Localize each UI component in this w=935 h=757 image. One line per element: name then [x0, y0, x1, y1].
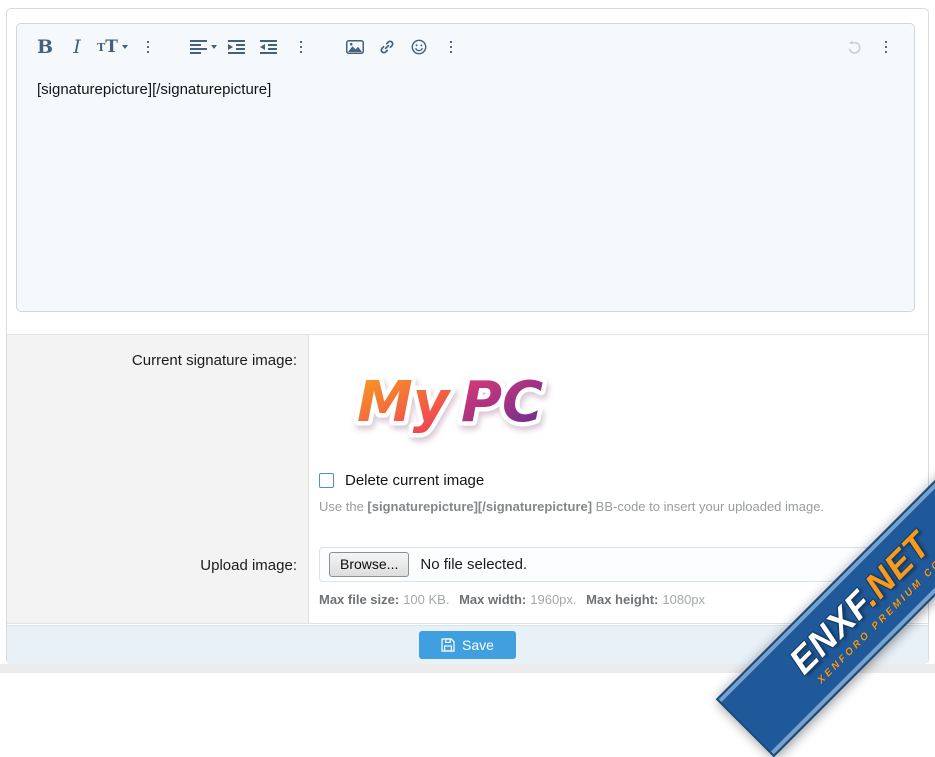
floppy-disk-icon [441, 638, 455, 652]
outdent-button[interactable] [257, 34, 281, 60]
max-width-label: Max width: [459, 592, 526, 607]
file-upload-input[interactable]: Browse... No file selected. [319, 547, 910, 582]
italic-button[interactable]: I [65, 34, 89, 60]
editor-text-area[interactable]: [signaturepicture][/signaturepicture] [17, 70, 914, 302]
form-label-column: Current signature image: Upload image: [7, 335, 309, 623]
current-signature-image: My PC [349, 347, 574, 459]
vertical-dots-icon [885, 41, 888, 54]
no-file-selected-text: No file selected. [420, 556, 527, 573]
indent-button[interactable] [225, 34, 249, 60]
insert-link-button[interactable] [375, 34, 399, 60]
more-options-button[interactable] [874, 34, 898, 60]
current-signature-image-label: Current signature image: [132, 352, 297, 369]
more-paragraph-options-button[interactable] [289, 34, 313, 60]
explain-bbcode: [signaturepicture][/signaturepicture] [367, 499, 592, 514]
font-size-button[interactable]: TT [97, 34, 128, 60]
indent-icon [228, 40, 245, 54]
more-text-options-button[interactable] [136, 34, 160, 60]
insert-image-button[interactable] [343, 34, 367, 60]
signature-form: Current signature image: Upload image: M… [7, 334, 928, 624]
browse-button[interactable]: Browse... [329, 552, 409, 577]
bbcode-explain-text: Use the [signaturepicture][/signaturepic… [319, 499, 824, 514]
emoji-button[interactable] [407, 34, 431, 60]
upload-limits-text: Max file size:100 KB. Max width:1960px. … [319, 592, 711, 607]
editor-text: [signaturepicture][/signaturepicture] [37, 81, 271, 98]
delete-current-image-option[interactable]: Delete current image [319, 472, 484, 489]
link-icon [379, 39, 395, 55]
editor-toolbar: B I TT [17, 24, 914, 70]
smiley-icon [411, 39, 427, 55]
max-file-size-label: Max file size: [319, 592, 399, 607]
delete-image-checkbox[interactable] [319, 473, 334, 488]
explain-prefix: Use the [319, 499, 367, 514]
rich-text-editor: B I TT [16, 23, 915, 312]
upload-image-label: Upload image: [200, 557, 297, 574]
chevron-down-icon [211, 45, 217, 49]
align-left-icon [190, 40, 207, 54]
bold-icon: B [37, 38, 53, 57]
vertical-dots-icon [147, 41, 150, 54]
italic-icon: I [73, 38, 81, 57]
image-icon [346, 40, 364, 54]
max-height-value: 1080px [662, 592, 705, 607]
toolbar-group-paragraph [190, 34, 321, 60]
max-width-value: 1960px. [530, 592, 576, 607]
bold-button[interactable]: B [33, 34, 57, 60]
explain-suffix: BB-code to insert your uploaded image. [592, 499, 824, 514]
toolbar-group-text: B I TT [33, 34, 168, 60]
more-insert-options-button[interactable] [439, 34, 463, 60]
undo-button[interactable] [842, 34, 866, 60]
save-button[interactable]: Save [419, 631, 516, 659]
toolbar-group-insert [343, 34, 471, 60]
font-size-small-icon: T [97, 42, 105, 53]
chevron-down-icon [122, 45, 128, 49]
signature-edit-page: { "editor": { "content": "[signaturepict… [0, 0, 935, 673]
logo-word-pc: PC [461, 370, 543, 435]
toolbar-group-history [842, 34, 898, 60]
delete-image-label: Delete current image [345, 472, 484, 489]
save-button-label: Save [462, 637, 494, 653]
font-size-large-icon: T [105, 39, 118, 56]
main-panel: B I TT [6, 8, 929, 664]
max-file-size-value: 100 KB. [403, 592, 449, 607]
outdent-icon [260, 40, 277, 54]
vertical-dots-icon [300, 41, 303, 54]
align-button[interactable] [190, 34, 217, 60]
logo-word-my: My [357, 370, 452, 435]
undo-icon [845, 38, 864, 56]
vertical-dots-icon [450, 41, 453, 54]
max-height-label: Max height: [586, 592, 658, 607]
